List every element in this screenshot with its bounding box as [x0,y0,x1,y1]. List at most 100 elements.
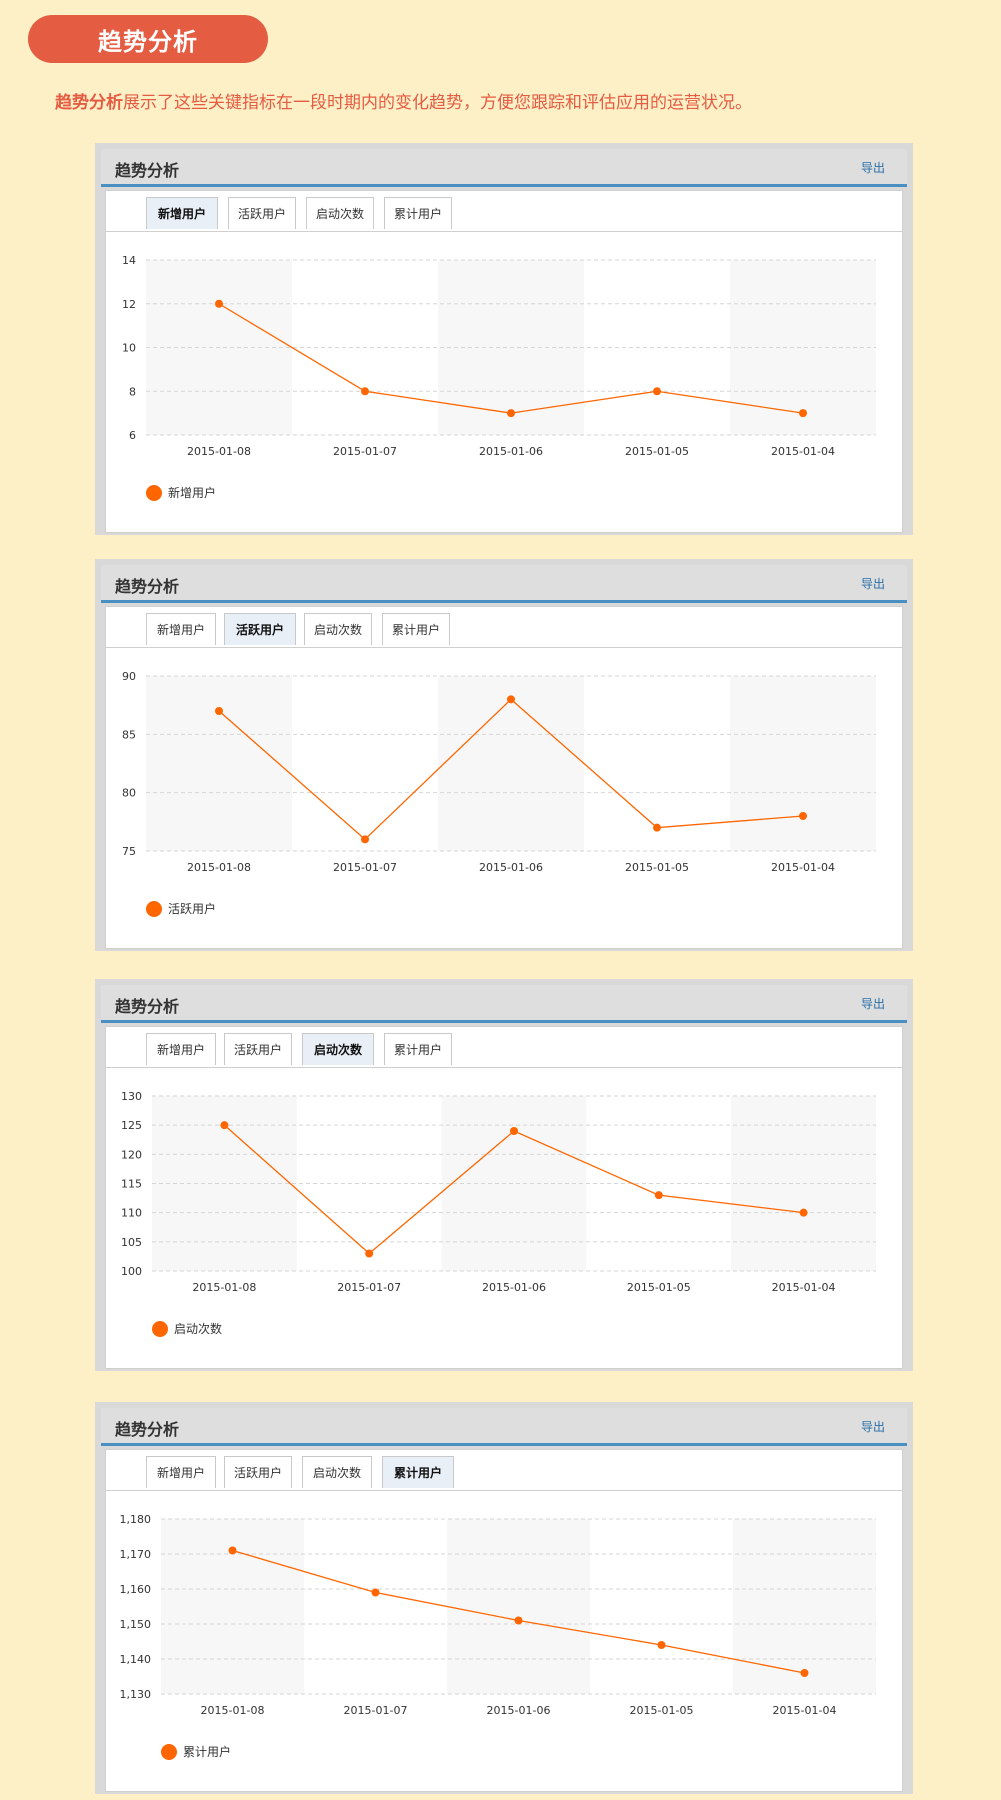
trend-chart: 100 105 110 115 120 125 130 2015-01-08 2015-01-0… [121,1090,876,1337]
tab-launches[interactable]: 启动次数 [304,613,372,645]
metric-tabs: 新增用户 活跃用户 启动次数 累计用户 [106,1027,902,1068]
tab-new-users[interactable]: 新增用户 [146,613,216,645]
data-point[interactable] [361,835,369,844]
legend-marker[interactable] [152,1321,168,1337]
data-point[interactable] [800,1669,809,1677]
data-point[interactable] [361,387,369,396]
panel-header: 趋势分析 导出 [101,1408,907,1446]
y-tick-label: 8 [129,385,136,398]
data-point[interactable] [228,1546,237,1555]
data-point[interactable] [657,1641,666,1649]
x-tick-label: 2015-01-08 [187,445,251,458]
x-tick-label: 2015-01-08 [187,861,251,874]
y-tick-label: 1,170 [120,1548,152,1561]
x-tick-label: 2015-01-07 [333,861,397,874]
x-tick-label: 2015-01-06 [479,861,543,874]
legend-marker[interactable] [161,1744,177,1760]
tab-launches[interactable]: 启动次数 [306,197,374,229]
y-tick-label: 14 [122,254,136,267]
y-tick-label: 6 [129,429,136,442]
data-point[interactable] [654,1191,663,1200]
section-title: 趋势分析 [98,27,198,56]
section-title-pill: 趋势分析 [28,15,268,63]
metric-tabs: 新增用户 活跃用户 启动次数 累计用户 [106,1450,902,1491]
x-tick-label: 2015-01-06 [487,1704,551,1717]
legend-label[interactable]: 累计用户 [183,1744,231,1759]
tab-active-users[interactable]: 活跃用户 [228,197,296,229]
data-point[interactable] [799,1208,808,1217]
plot-band [447,1519,590,1694]
x-tick-label: 2015-01-08 [192,1281,256,1294]
y-tick-label: 100 [121,1265,142,1278]
y-tick-label: 120 [121,1148,142,1161]
metric-tabs: 新增用户 活跃用户 启动次数 累计用户 [106,607,902,648]
data-point[interactable] [365,1249,374,1258]
panel-title: 趋势分析 [115,997,180,1016]
x-tick-label: 2015-01-07 [337,1281,401,1294]
trend-chart: 75 80 85 90 2015-01-08 2015-01-07 2015-01-06 20… [122,670,876,917]
plot-band [161,1519,304,1694]
tab-total-users[interactable]: 累计用户 [382,613,450,645]
tab-new-users[interactable]: 新增用户 [146,1033,216,1065]
data-point[interactable] [514,1616,523,1625]
data-point[interactable] [799,409,807,418]
y-tick-label: 115 [121,1178,142,1191]
y-tick-label: 75 [122,845,136,858]
x-tick-label: 2015-01-08 [201,1704,265,1717]
panel-title: 趋势分析 [115,577,180,596]
data-point[interactable] [510,1127,518,1135]
export-link[interactable]: 导出 [861,995,885,1012]
plot-band [733,1519,876,1694]
data-point[interactable] [371,1588,380,1597]
legend-marker[interactable] [146,485,162,501]
y-tick-label: 1,140 [120,1653,152,1666]
data-point[interactable] [220,1121,229,1130]
data-point[interactable] [653,387,661,396]
export-link[interactable]: 导出 [861,159,885,176]
tab-active-users[interactable]: 活跃用户 [224,613,296,645]
tab-active-users[interactable]: 活跃用户 [224,1456,292,1488]
tab-new-users[interactable]: 新增用户 [146,1456,216,1488]
plot-band [146,676,292,851]
data-point[interactable] [799,812,807,820]
panel-header: 趋势分析 导出 [101,149,907,187]
panel-body: 新增用户 活跃用户 启动次数 累计用户 100 105 110 115 120 125 130 201… [105,1026,903,1369]
trend-panel: 趋势分析 导出 新增用户 活跃用户 启动次数 累计用户 1,130 1,140 1,150 1,1… [95,1402,913,1794]
tab-total-users[interactable]: 累计用户 [384,1033,452,1065]
plot-band [730,676,876,851]
data-point[interactable] [507,695,515,704]
panel-header: 趋势分析 导出 [101,565,907,603]
x-tick-label: 2015-01-07 [333,445,397,458]
data-point[interactable] [507,409,515,418]
legend-label[interactable]: 启动次数 [174,1321,222,1336]
panel-body: 新增用户 活跃用户 启动次数 累计用户 75 80 85 90 2015-01-08 2015-0… [105,606,903,949]
intro-bold: 趋势分析 [55,93,123,113]
tab-launches[interactable]: 启动次数 [302,1456,372,1488]
x-tick-label: 2015-01-06 [482,1281,546,1294]
intro-rest: 展示了这些关键指标在一段时期内的变化趋势，方便您跟踪和评估应用的运营状况。 [123,93,752,113]
tab-total-users[interactable]: 累计用户 [384,197,452,229]
trend-panel: 趋势分析 导出 新增用户 活跃用户 启动次数 累计用户 75 80 85 90 2015-01-08… [95,559,913,951]
tab-total-users[interactable]: 累计用户 [382,1456,454,1488]
x-tick-label: 2015-01-05 [627,1281,691,1294]
y-tick-label: 1,130 [120,1688,152,1701]
tab-new-users[interactable]: 新增用户 [146,197,218,229]
data-point[interactable] [215,299,223,308]
data-point[interactable] [215,707,223,715]
data-point[interactable] [653,823,661,832]
legend-label[interactable]: 活跃用户 [168,901,216,916]
panel-body: 新增用户 活跃用户 启动次数 累计用户 1,130 1,140 1,150 1,160 1,17… [105,1449,903,1792]
x-tick-label: 2015-01-06 [479,445,543,458]
tab-active-users[interactable]: 活跃用户 [224,1033,292,1065]
export-link[interactable]: 导出 [861,1418,885,1435]
x-tick-label: 2015-01-07 [344,1704,408,1717]
legend-label[interactable]: 新增用户 [168,485,216,500]
y-tick-label: 1,180 [120,1513,152,1526]
y-tick-label: 10 [122,342,136,355]
y-tick-label: 90 [122,670,136,683]
trend-chart: 1,130 1,140 1,150 1,160 1,170 1,180 2015-01-08… [120,1513,876,1760]
x-tick-label: 2015-01-05 [625,445,689,458]
export-link[interactable]: 导出 [861,575,885,592]
tab-launches[interactable]: 启动次数 [302,1033,374,1065]
legend-marker[interactable] [146,901,162,917]
